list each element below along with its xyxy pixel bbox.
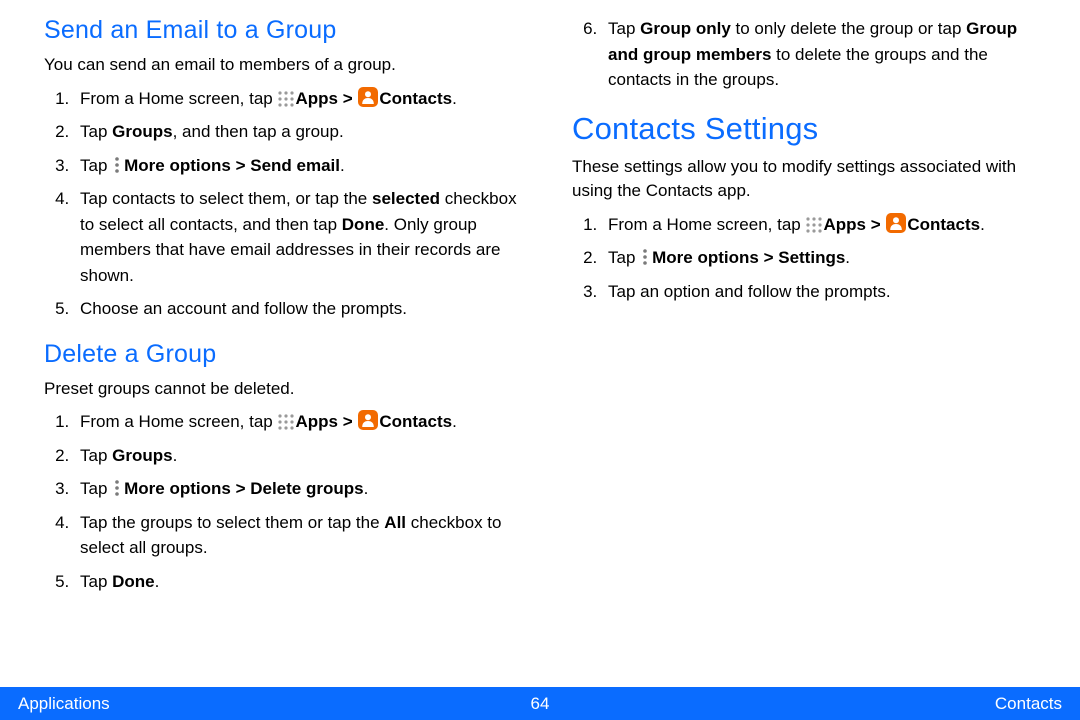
step-text: Tap xyxy=(608,19,640,38)
apps-label: Apps > xyxy=(295,412,357,431)
step-bold: All xyxy=(384,513,406,532)
footer-page-number: 64 xyxy=(531,694,550,714)
footer-left: Applications xyxy=(18,694,110,714)
step-text: . xyxy=(155,572,160,591)
step-text: From a Home screen, tap xyxy=(80,89,277,108)
step: Tap Groups, and then tap a group. xyxy=(74,119,522,145)
step: From a Home screen, tap Apps > Contacts. xyxy=(602,212,1050,238)
step-text: Tap xyxy=(80,446,112,465)
step: Choose an account and follow the prompts… xyxy=(74,296,522,322)
step: Tap the groups to select them or tap the… xyxy=(74,510,522,561)
apps-label: Apps > xyxy=(295,89,357,108)
step-text: From a Home screen, tap xyxy=(80,412,277,431)
step: From a Home screen, tap Apps > Contacts. xyxy=(74,86,522,112)
step-text: Tap xyxy=(80,156,112,175)
more-options-icon xyxy=(113,479,123,497)
more-options-icon xyxy=(641,248,651,266)
contacts-icon xyxy=(358,87,378,107)
apps-icon xyxy=(278,414,294,430)
more-options-icon xyxy=(113,156,123,174)
apps-label: Apps > xyxy=(823,215,885,234)
left-column: Send an Email to a Group You can send an… xyxy=(44,16,522,680)
step: Tap More options > Delete groups. xyxy=(74,476,522,502)
step-text: From a Home screen, tap xyxy=(608,215,805,234)
step: Tap contacts to select them, or tap the … xyxy=(74,186,522,288)
step-bold: More options > Delete groups xyxy=(124,479,363,498)
step-text: . xyxy=(452,412,457,431)
step-text: . xyxy=(173,446,178,465)
step: From a Home screen, tap Apps > Contacts. xyxy=(74,409,522,435)
step: Tap Groups. xyxy=(74,443,522,469)
page-footer: Applications 64 Contacts xyxy=(0,687,1080,720)
step-bold: More options > Send email xyxy=(124,156,340,175)
footer-right: Contacts xyxy=(995,694,1062,714)
step-text: . xyxy=(452,89,457,108)
step-text: . xyxy=(845,248,850,267)
step-bold: Done xyxy=(342,215,385,234)
contacts-icon xyxy=(358,410,378,430)
step-text: , and then tap a group. xyxy=(173,122,344,141)
apps-icon xyxy=(806,217,822,233)
step-text: to only delete the group or tap xyxy=(731,19,966,38)
intro-contacts-settings: These settings allow you to modify setti… xyxy=(572,155,1050,204)
heading-send-email: Send an Email to a Group xyxy=(44,16,522,45)
step-text: . xyxy=(980,215,985,234)
contacts-icon xyxy=(886,213,906,233)
apps-icon xyxy=(278,91,294,107)
steps-delete-group: From a Home screen, tap Apps > Contacts.… xyxy=(44,409,522,594)
step-text: Tap xyxy=(80,572,112,591)
step-text: . xyxy=(364,479,369,498)
step-bold: Groups xyxy=(112,122,172,141)
step-text: Tap xyxy=(80,479,112,498)
step-text: Tap the groups to select them or tap the xyxy=(80,513,384,532)
contacts-label: Contacts xyxy=(907,215,980,234)
step: Tap More options > Send email. xyxy=(74,153,522,179)
step-bold: Groups xyxy=(112,446,172,465)
step-text: Tap contacts to select them, or tap the xyxy=(80,189,372,208)
step: Tap an option and follow the prompts. xyxy=(602,279,1050,305)
step-text: Tap xyxy=(608,248,640,267)
intro-send-email: You can send an email to members of a gr… xyxy=(44,53,522,78)
step-bold: More options > Settings xyxy=(652,248,845,267)
heading-delete-group: Delete a Group xyxy=(44,340,522,369)
step-bold: Group only xyxy=(640,19,731,38)
right-column: Tap Group only to only delete the group … xyxy=(572,16,1050,680)
heading-contacts-settings: Contacts Settings xyxy=(572,111,1050,147)
contacts-label: Contacts xyxy=(379,89,452,108)
step-bold: Done xyxy=(112,572,155,591)
step: Tap Group only to only delete the group … xyxy=(602,16,1050,93)
steps-delete-group-cont: Tap Group only to only delete the group … xyxy=(572,16,1050,93)
step: Tap More options > Settings. xyxy=(602,245,1050,271)
contacts-label: Contacts xyxy=(379,412,452,431)
steps-send-email: From a Home screen, tap Apps > Contacts.… xyxy=(44,86,522,322)
step-bold: selected xyxy=(372,189,440,208)
step: Tap Done. xyxy=(74,569,522,595)
step-text: . xyxy=(340,156,345,175)
steps-contacts-settings: From a Home screen, tap Apps > Contacts.… xyxy=(572,212,1050,305)
step-text: Tap xyxy=(80,122,112,141)
intro-delete-group: Preset groups cannot be deleted. xyxy=(44,377,522,402)
